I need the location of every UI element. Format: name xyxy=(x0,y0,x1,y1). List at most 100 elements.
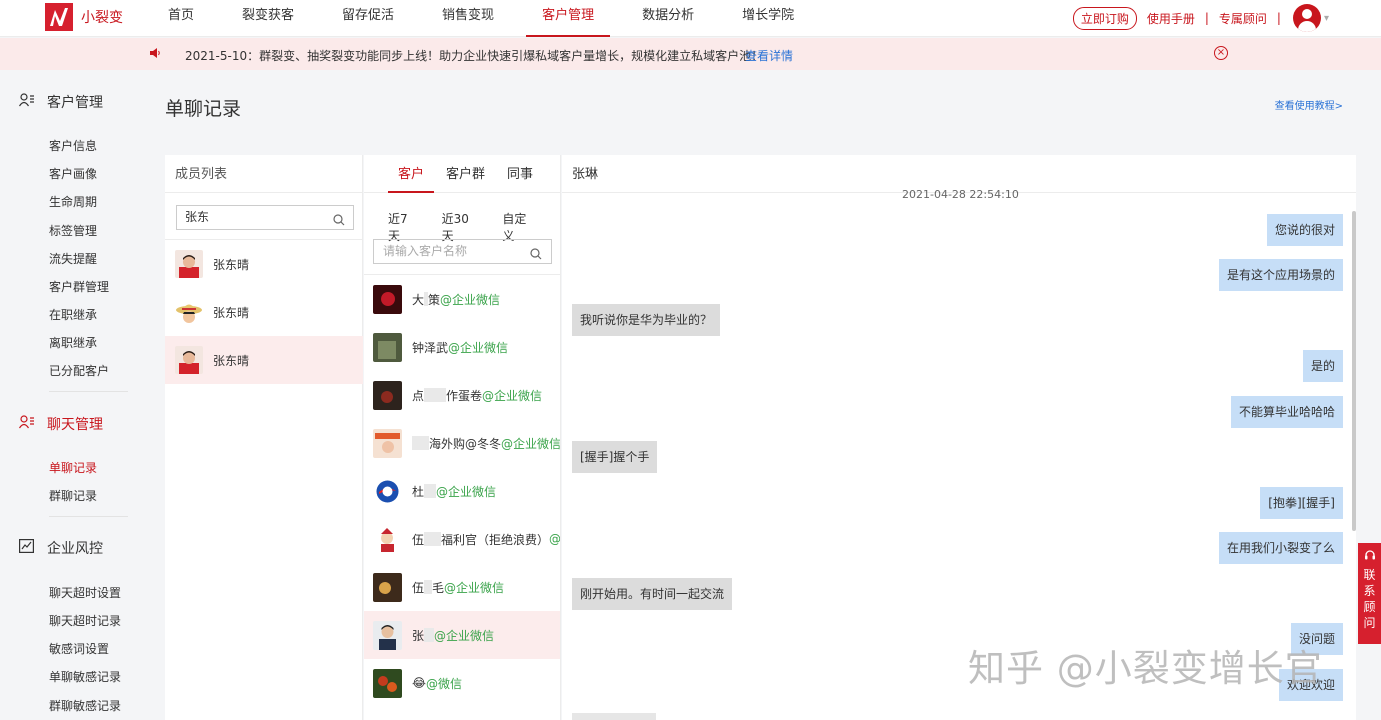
sidebar-item-sensitive-words[interactable]: 敏感词设置 xyxy=(49,640,109,657)
chat-message: [抱拳][握手] xyxy=(1260,487,1343,519)
tab-customer-groups[interactable]: 客户群 xyxy=(436,155,495,192)
sidebar-group-label: 客户管理 xyxy=(47,95,103,111)
customer-search-placeholder: 请输入客户名称 xyxy=(383,244,468,258)
member-name: 张东晴 xyxy=(213,257,250,272)
chevron-down-icon[interactable]: ▾ xyxy=(1324,13,1329,24)
sidebar-group-label: 企业风控 xyxy=(47,541,103,557)
search-icon[interactable] xyxy=(333,211,345,234)
customer-name: 钟 xyxy=(412,340,425,355)
user-list-icon xyxy=(18,415,37,433)
sidebar-item-lifecycle[interactable]: 生命周期 xyxy=(49,193,97,210)
sidebar-item-customer-info[interactable]: 客户信息 xyxy=(49,137,97,154)
customer-name: 杜 xyxy=(412,484,425,499)
avatar xyxy=(373,380,402,410)
sidebar-group-customer[interactable]: 客户管理 xyxy=(18,92,103,112)
customer-name-tail: 作蛋卷 xyxy=(446,388,483,403)
customer-item[interactable]: 😂 @微信 xyxy=(364,659,560,707)
main-nav: 首页 裂变获客 留存促活 销售变现 客户管理 数据分析 增长学院 xyxy=(152,0,826,37)
sidebar-group-chat[interactable]: 聊天管理 xyxy=(18,414,103,434)
customer-item[interactable]: 伍福利官（拒绝浪费） @ xyxy=(364,515,561,563)
manual-link[interactable]: 使用手册 xyxy=(1147,10,1195,27)
customer-item[interactable]: 钟泽武 @企业微信 xyxy=(364,323,560,371)
customer-source-tag: @企业微信 xyxy=(500,436,561,451)
sidebar-group-risk[interactable]: 企业风控 xyxy=(19,538,103,558)
chat-scrollbar[interactable] xyxy=(1352,211,1356,531)
line-chart-icon xyxy=(19,539,37,557)
user-avatar[interactable] xyxy=(1292,4,1321,32)
customer-source-tag: @企业微信 xyxy=(482,388,543,403)
avatar xyxy=(373,620,402,650)
customer-item[interactable]: 点 作蛋卷 @企业微信 xyxy=(364,371,560,419)
customer-search-input[interactable]: 请输入客户名称 xyxy=(373,239,552,264)
nav-sales[interactable]: 销售变现 xyxy=(426,0,510,37)
sidebar-item-single-sensitive[interactable]: 单聊敏感记录 xyxy=(49,668,121,685)
sidebar-item-tags[interactable]: 标签管理 xyxy=(49,222,97,239)
nav-home[interactable]: 首页 xyxy=(152,0,210,37)
sidebar-item-assigned[interactable]: 已分配客户 xyxy=(49,362,109,379)
sidebar-item-group-chat[interactable]: 群聊记录 xyxy=(49,487,97,504)
advisor-link[interactable]: 专属顾问 xyxy=(1219,10,1267,27)
customer-item[interactable]: 杜 @企业微信 xyxy=(364,467,560,515)
sidebar-divider xyxy=(49,516,128,517)
chat-message: 您说的很对 xyxy=(1266,214,1343,246)
nav-retention[interactable]: 留存促活 xyxy=(326,0,410,37)
image-message-thumbnail[interactable] xyxy=(572,713,656,720)
chat-message: [握手]握个手 xyxy=(572,441,658,473)
chat-message: 我听说你是华为毕业的？ xyxy=(572,304,721,336)
customer-source-tag: @ xyxy=(549,532,561,546)
customer-source-tag: @企业微信 xyxy=(444,580,505,595)
nav-analytics[interactable]: 数据分析 xyxy=(626,0,710,37)
sidebar-item-group-management[interactable]: 客户群管理 xyxy=(49,278,109,295)
member-name: 张东晴 xyxy=(213,353,250,368)
brand-name: 小裂变 xyxy=(81,10,123,26)
close-icon[interactable]: × xyxy=(1214,46,1228,60)
chat-message: 是有这个应用场景的 xyxy=(1218,259,1343,291)
sidebar-item-customer-profile[interactable]: 客户画像 xyxy=(49,165,97,182)
contact-advisor-button[interactable]: 联系顾问 xyxy=(1358,543,1381,644)
nav-academy[interactable]: 增长学院 xyxy=(726,0,810,37)
chat-panel: 张琳 2021-04-28 22:54:10 您说的很对 是有这个应用场景的 我… xyxy=(562,155,1356,720)
member-name: 张东晴 xyxy=(213,305,250,320)
member-search-input[interactable]: 张东 xyxy=(176,205,354,230)
subscribe-button[interactable]: 立即订购 xyxy=(1072,6,1137,30)
tab-customers[interactable]: 客户 xyxy=(388,155,435,193)
customer-item[interactable]: 伍毛 @企业微信 xyxy=(364,563,560,611)
member-item[interactable]: 张东晴 xyxy=(165,240,363,288)
sidebar-item-resigned-inherit[interactable]: 离职继承 xyxy=(49,334,97,351)
nav-customer-management[interactable]: 客户管理 xyxy=(526,0,611,37)
sidebar-item-group-sensitive[interactable]: 群聊敏感记录 xyxy=(49,697,121,714)
customer-name-tail: 毛 xyxy=(432,580,445,595)
avatar xyxy=(373,284,402,314)
avatar xyxy=(373,668,402,698)
sidebar-group-label: 聊天管理 xyxy=(47,417,103,433)
separator: | xyxy=(1204,11,1209,25)
tutorial-link[interactable]: 查看使用教程> xyxy=(1275,97,1343,112)
member-item[interactable]: 张东晴 xyxy=(165,288,363,336)
tab-colleagues[interactable]: 同事 xyxy=(497,155,543,192)
sidebar-item-churn-alert[interactable]: 流失提醒 xyxy=(49,250,97,267)
member-list-panel: 成员列表 张东 张东晴 张东晴 张东晴 xyxy=(165,155,363,720)
logo-icon xyxy=(45,3,73,31)
sidebar-item-timeout-settings[interactable]: 聊天超时设置 xyxy=(49,584,121,601)
view-details-link[interactable]: 查看详情 xyxy=(745,47,793,64)
customer-name: 点 xyxy=(412,388,425,403)
customer-item[interactable]: 大策 @企业微信 xyxy=(364,275,560,323)
customer-source-tag: @企业微信 xyxy=(448,340,509,355)
member-item[interactable]: 张东晴 xyxy=(165,336,363,384)
customer-source-tag: @微信 xyxy=(426,676,463,691)
customer-item[interactable]: 张 @企业微信 xyxy=(364,611,560,659)
customer-name-tail: 福利官（拒绝浪费） xyxy=(440,532,549,547)
customer-name-tail: 泽武 xyxy=(424,340,449,355)
headset-icon xyxy=(1364,550,1375,560)
nav-acquisition[interactable]: 裂变获客 xyxy=(226,0,310,37)
customer-item[interactable]: 海外购@冬冬 @企业微信 xyxy=(364,419,561,467)
watermark: 知乎 @小裂变增长官 xyxy=(968,647,1323,690)
brand-logo[interactable]: 小裂变 xyxy=(45,3,123,31)
sidebar-item-onjob-inherit[interactable]: 在职继承 xyxy=(49,306,97,323)
sidebar-item-single-chat[interactable]: 单聊记录 xyxy=(49,459,97,476)
contact-advisor-label: 联系顾问 xyxy=(1363,568,1376,630)
avatar xyxy=(175,298,203,326)
search-icon[interactable] xyxy=(530,245,542,268)
customer-name: 伍 xyxy=(412,532,425,547)
sidebar-item-timeout-records[interactable]: 聊天超时记录 xyxy=(49,612,121,629)
